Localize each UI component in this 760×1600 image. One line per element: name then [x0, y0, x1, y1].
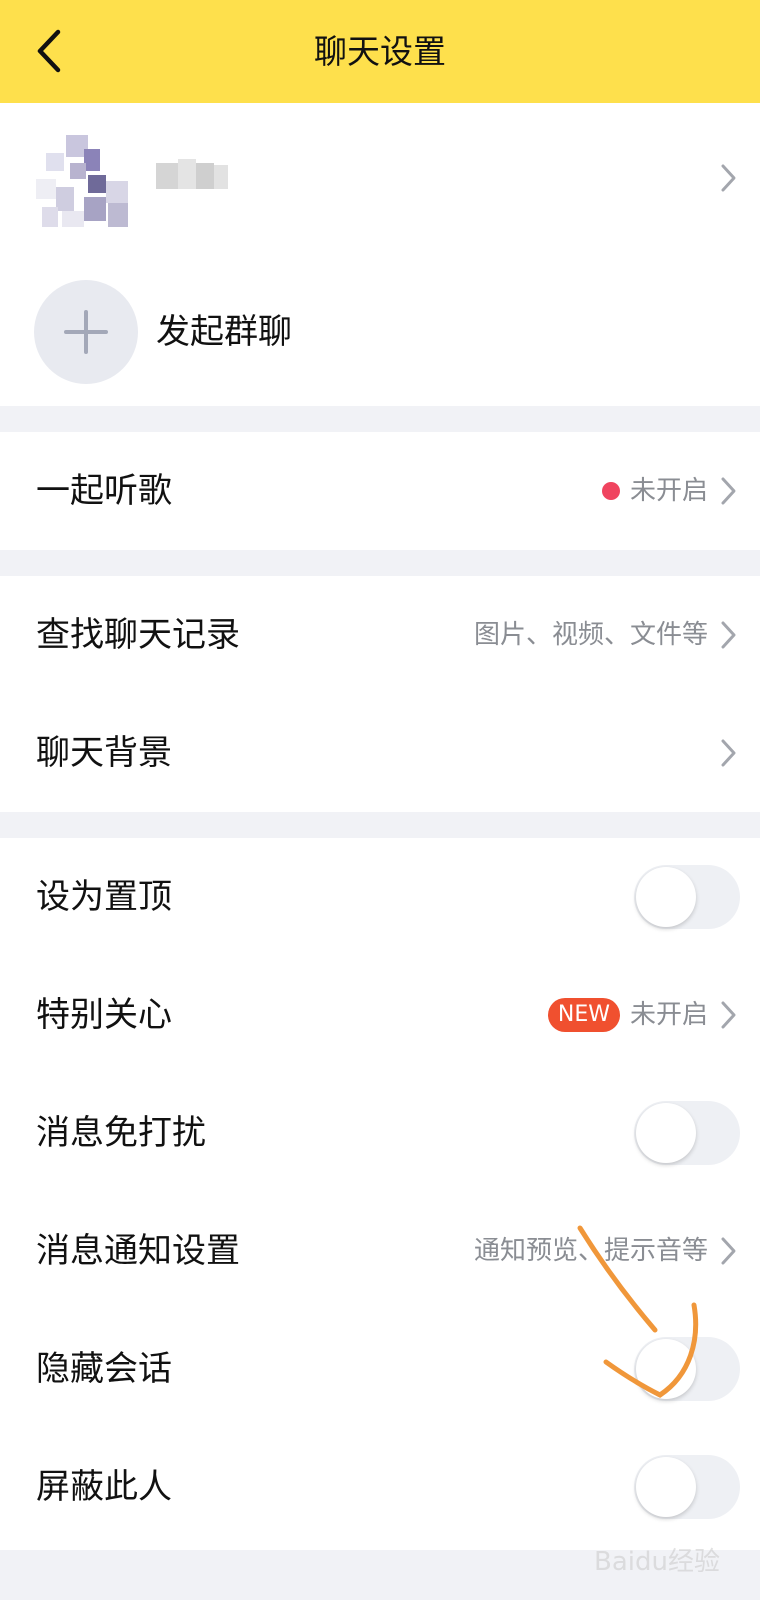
chevron-right-icon	[718, 619, 738, 651]
hide-chat-toggle[interactable]	[634, 1337, 740, 1401]
watermark: Baidu经验	[594, 1547, 720, 1577]
pixelated-name	[156, 157, 228, 197]
notify-settings-label: 消息通知设置	[36, 1231, 240, 1271]
hide-chat-label: 隐藏会话	[36, 1349, 172, 1389]
block-toggle[interactable]	[634, 1455, 740, 1519]
toggle-knob	[636, 1457, 696, 1517]
listen-together-status: 未开启	[629, 476, 708, 506]
listen-together-label: 一起听歌	[36, 471, 172, 511]
new-badge: NEW	[547, 998, 620, 1032]
block-row: 屏蔽此人	[0, 1428, 760, 1546]
chevron-right-icon	[718, 1235, 738, 1267]
search-history-hint: 图片、视频、文件等	[473, 620, 708, 650]
chat-background-row[interactable]: 聊天背景	[0, 694, 760, 812]
chat-history-card: 查找聊天记录 图片、视频、文件等 聊天背景	[0, 576, 760, 812]
special-care-label: 特别关心	[36, 995, 172, 1035]
dnd-row: 消息免打扰	[0, 1074, 760, 1192]
profile-card: 发起群聊	[0, 103, 760, 406]
special-care-row[interactable]: 特别关心 NEW 未开启	[0, 956, 760, 1074]
listen-together-row[interactable]: 一起听歌 未开启	[0, 432, 760, 550]
toggle-knob	[636, 1103, 696, 1163]
plus-icon[interactable]	[34, 280, 138, 384]
pin-label: 设为置顶	[36, 877, 172, 917]
notify-settings-hint: 通知预览、提示音等	[473, 1236, 708, 1266]
search-history-label: 查找聊天记录	[36, 615, 240, 655]
start-group-chat-label: 发起群聊	[156, 312, 292, 352]
special-care-status: 未开启	[629, 1000, 708, 1030]
toggle-knob	[636, 1339, 696, 1399]
pin-toggle[interactable]	[634, 865, 740, 929]
chevron-right-icon	[718, 162, 738, 194]
pin-row: 设为置顶	[0, 838, 760, 956]
chevron-right-icon	[718, 999, 738, 1031]
avatar[interactable]	[26, 127, 142, 233]
chat-background-label: 聊天背景	[36, 733, 172, 773]
start-group-chat-row[interactable]: 发起群聊	[0, 253, 760, 406]
dnd-toggle[interactable]	[634, 1101, 740, 1165]
header-bar: 聊天设置	[0, 0, 760, 103]
dnd-label: 消息免打扰	[36, 1113, 206, 1153]
status-dot	[602, 482, 620, 500]
chevron-right-icon	[718, 475, 738, 507]
settings-card: 设为置顶 特别关心 NEW 未开启 消息免打扰 消息通知设置 通知预览、提示音等…	[0, 838, 760, 1550]
hide-chat-row: 隐藏会话	[0, 1310, 760, 1428]
listen-together-card: 一起听歌 未开启	[0, 432, 760, 550]
toggle-knob	[636, 867, 696, 927]
profile-row[interactable]	[0, 103, 760, 253]
notify-settings-row[interactable]: 消息通知设置 通知预览、提示音等	[0, 1192, 760, 1310]
block-label: 屏蔽此人	[36, 1467, 172, 1507]
search-history-row[interactable]: 查找聊天记录 图片、视频、文件等	[0, 576, 760, 694]
chevron-right-icon	[718, 737, 738, 769]
page-title: 聊天设置	[314, 32, 446, 71]
